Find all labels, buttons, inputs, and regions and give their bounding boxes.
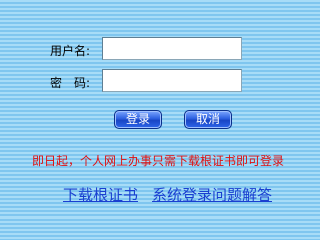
password-input[interactable] [102, 69, 242, 92]
password-label-char2: 码: [74, 76, 91, 90]
download-cert-link[interactable]: 下载根证书 [63, 184, 138, 205]
cancel-button[interactable]: 取消 [184, 110, 232, 129]
username-input[interactable] [102, 37, 242, 60]
login-faq-link[interactable]: 系统登录问题解答 [152, 184, 272, 205]
notice-text: 即日起，个人网上办事只需下载根证书即可登录 [32, 154, 285, 168]
username-label: 用户名: [50, 44, 91, 58]
login-button[interactable]: 登录 [114, 110, 162, 129]
password-label-char1: 密 [50, 76, 63, 90]
